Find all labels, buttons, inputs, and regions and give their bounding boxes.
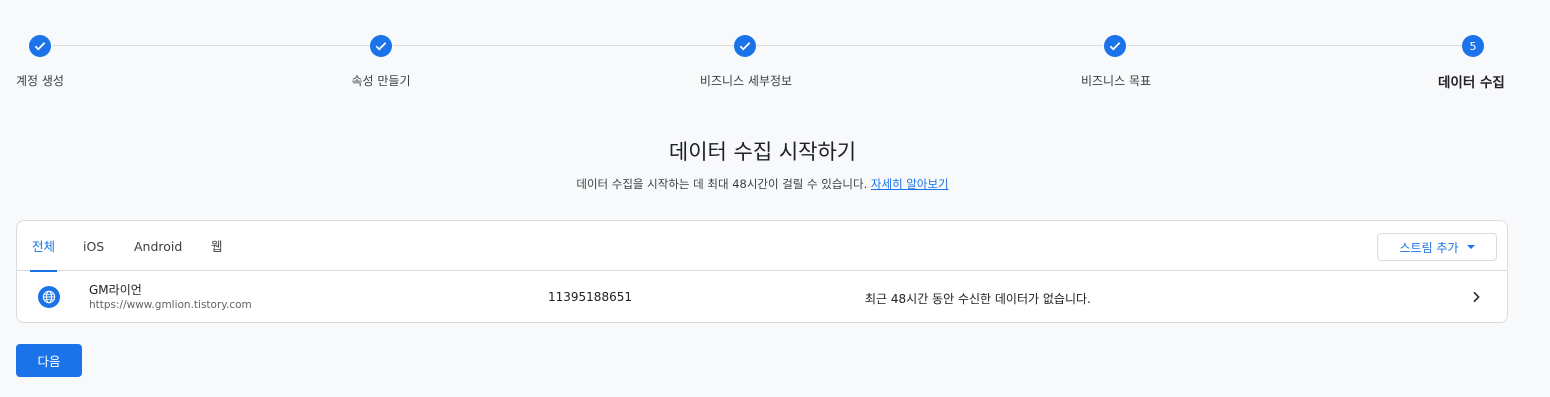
tab-all[interactable]: 전체	[29, 221, 58, 272]
page-subtitle: 데이터 수집을 시작하는 데 최대 48시간이 걸릴 수 있습니다. 자세히 알…	[0, 176, 1525, 192]
step-3-check-icon	[734, 35, 756, 57]
data-stream-row[interactable]: GM라이언 https://www.gmlion.tistory.com 113…	[17, 272, 1507, 323]
step-connector	[1127, 45, 1462, 46]
learn-more-link[interactable]: 자세히 알아보기	[871, 177, 949, 191]
step-label-create-account: 계정 생성	[16, 74, 64, 88]
step-label-create-property: 속성 만들기	[351, 74, 411, 88]
stream-status: 최근 48시간 동안 수신한 데이터가 없습니다.	[865, 292, 1091, 306]
stream-url: https://www.gmlion.tistory.com	[89, 299, 252, 311]
globe-icon	[38, 286, 60, 308]
page-title: 데이터 수집 시작하기	[668, 140, 857, 164]
step-5-number: 5	[1462, 35, 1484, 57]
add-stream-button[interactable]: 스트림 추가	[1377, 233, 1497, 261]
step-label-business-details: 비즈니스 세부정보	[699, 74, 793, 88]
dropdown-caret-icon	[1466, 245, 1475, 249]
tab-android[interactable]: Android	[134, 221, 182, 271]
step-connector	[52, 45, 370, 46]
chevron-right-icon	[1473, 291, 1480, 303]
stream-id: 11395188651	[548, 290, 632, 304]
add-stream-label: 스트림 추가	[1399, 240, 1459, 255]
next-button[interactable]: 다음	[16, 344, 82, 377]
step-2-check-icon	[370, 35, 392, 57]
subtitle-text: 데이터 수집을 시작하는 데 최대 48시간이 걸릴 수 있습니다.	[576, 177, 868, 191]
data-streams-card: 전체 iOS Android 웹 스트림 추가 GM라이언 https://ww…	[16, 220, 1508, 323]
step-connector	[393, 45, 734, 46]
tab-web[interactable]: 웹	[211, 221, 223, 271]
platform-tabs: 전체 iOS Android 웹 스트림 추가	[17, 221, 1507, 272]
stream-name: GM라이언	[89, 283, 142, 297]
step-1-check-icon	[29, 35, 51, 57]
step-connector	[757, 45, 1103, 46]
step-label-business-goals: 비즈니스 목표	[1080, 74, 1152, 88]
tab-ios[interactable]: iOS	[83, 221, 104, 271]
step-label-data-collection: 데이터 수집	[1438, 75, 1505, 91]
step-4-check-icon	[1104, 35, 1126, 57]
setup-stepper: 5 계정 생성 속성 만들기 비즈니스 세부정보 비즈니스 목표 데이터 수집	[0, 0, 1550, 100]
